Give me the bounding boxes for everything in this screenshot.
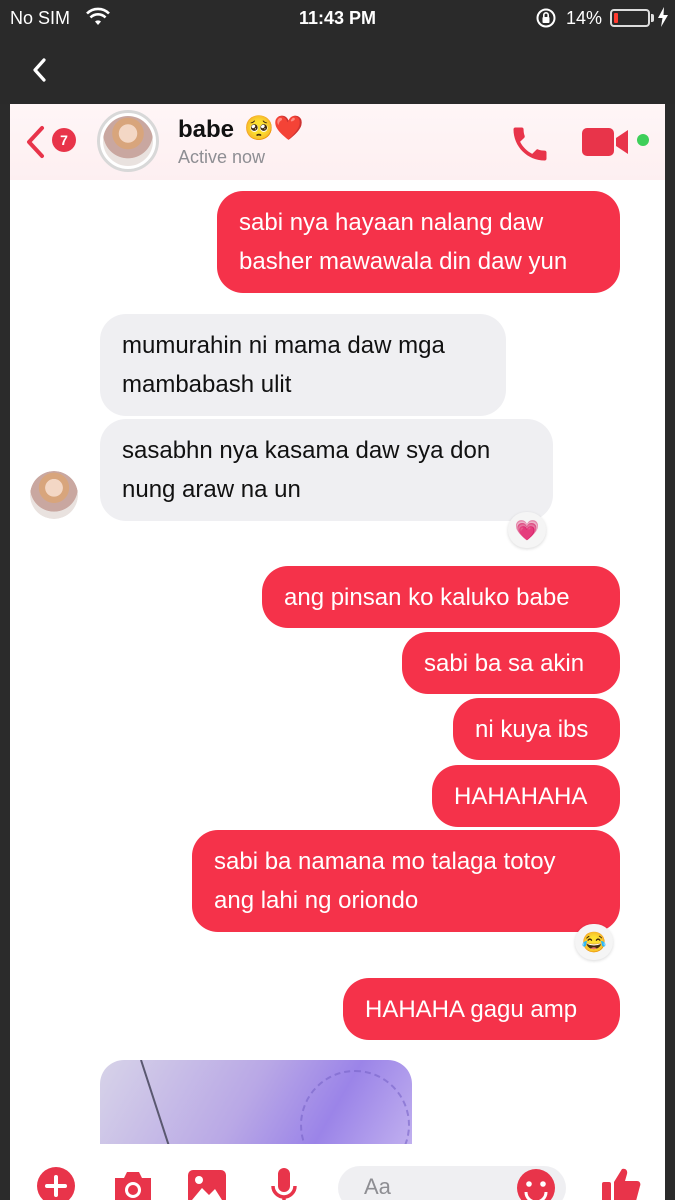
thumbs-up-icon[interactable] — [600, 1166, 642, 1200]
battery-icon — [610, 9, 650, 27]
phone-icon[interactable] — [508, 122, 552, 171]
message-line: HAHAHAHA — [454, 782, 588, 810]
message-bubble: HAHAHA gagu amp — [343, 978, 620, 1040]
message-bubble: sabi nya hayaan nalang daw basher mawawa… — [217, 191, 620, 293]
message-line: ang pinsan ko kaluko babe — [284, 583, 570, 611]
battery-percent: 14% — [566, 8, 603, 28]
contact-name[interactable]: babe — [178, 116, 234, 144]
message-line: ang lahi ng oriondo — [214, 887, 419, 914]
back-icon[interactable] — [30, 56, 50, 89]
message-line: sabi ba namana mo talaga totoy — [214, 848, 556, 875]
charging-icon — [657, 7, 669, 32]
active-indicator — [637, 134, 649, 146]
reaction-heart[interactable]: 💗 — [508, 512, 546, 548]
message-line: mambabash ulit — [122, 371, 292, 398]
message-line: ni kuya ibs — [475, 715, 589, 743]
message-bubble: sabi ba sa akin — [402, 632, 620, 694]
active-status: Active now — [178, 147, 266, 167]
message-input[interactable]: Aa — [338, 1166, 566, 1200]
plus-icon[interactable] — [36, 1166, 76, 1200]
emoji-icon[interactable] — [514, 1168, 558, 1200]
message-line: sasabhn nya kasama daw sya don — [122, 437, 491, 464]
message-input-placeholder: Aa — [364, 1174, 391, 1199]
message-bubble: sabi ba namana mo talaga totoy ang lahi … — [192, 830, 620, 932]
battery-tip — [651, 14, 654, 22]
lock-rotation-icon — [535, 7, 557, 34]
message-line: mumurahin ni mama daw mga — [122, 332, 445, 359]
message-line: basher mawawala din daw yun — [239, 248, 568, 275]
message-line: HAHAHA gagu amp — [365, 995, 578, 1023]
back-button[interactable] — [24, 124, 52, 165]
message-bubble: ang pinsan ko kaluko babe — [262, 566, 620, 628]
battery-level — [614, 13, 618, 23]
message-bubble: sasabhn nya kasama daw sya don nung araw… — [100, 419, 553, 521]
message-bubble: mumurahin ni mama daw mga mambabash ulit — [100, 314, 506, 416]
message-line: sabi nya hayaan nalang daw — [239, 209, 544, 236]
gallery-icon[interactable] — [186, 1166, 228, 1200]
status-bar: No SIM 11:43 PM 14% — [0, 0, 675, 36]
video-icon[interactable] — [580, 124, 632, 165]
sender-avatar[interactable] — [30, 471, 78, 519]
contact-avatar[interactable] — [97, 110, 159, 172]
mic-icon[interactable] — [268, 1166, 300, 1200]
name-emojis: 🥺❤️ — [244, 115, 304, 142]
reaction-laugh[interactable]: 😂 — [575, 924, 613, 960]
unread-badge: 7 — [52, 128, 76, 152]
camera-icon[interactable] — [111, 1166, 155, 1200]
message-bubble: HAHAHAHA — [432, 765, 620, 827]
message-line: nung araw na un — [122, 476, 301, 503]
message-line: sabi ba sa akin — [424, 649, 585, 677]
composer-bar: Aa — [10, 1144, 665, 1200]
message-bubble: ni kuya ibs — [453, 698, 620, 760]
chat-header: 7 babe 🥺❤️ Active now — [10, 104, 665, 180]
messenger-screenshot: 7 babe 🥺❤️ Active now sabi nya hayaan na… — [10, 104, 665, 1200]
outer-nav-bar — [0, 36, 675, 104]
